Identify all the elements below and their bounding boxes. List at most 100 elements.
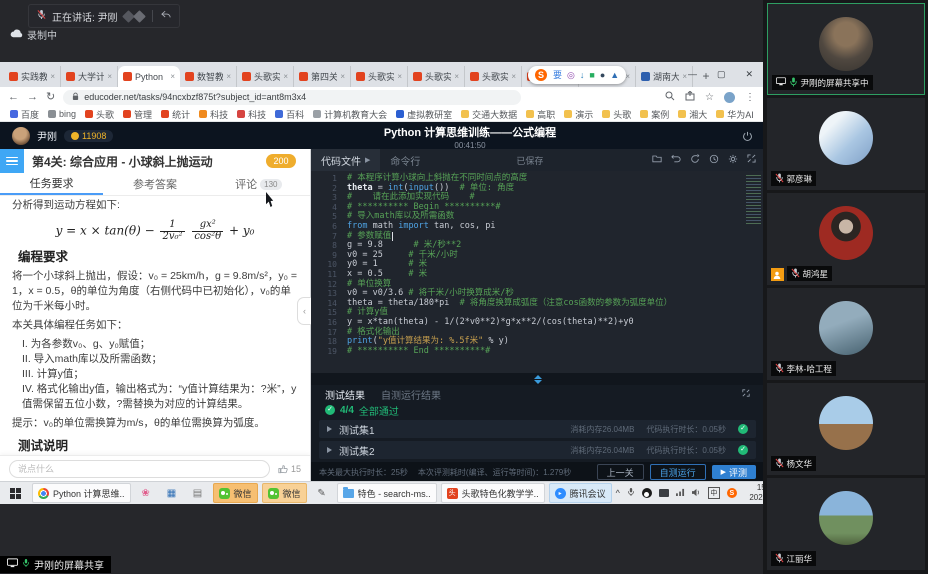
bookmark-item[interactable]: 头歌 [85,108,114,121]
taskbar-note-button[interactable]: ▤ [187,484,209,502]
browser-tab[interactable]: 第四关× [294,66,351,87]
search-icon[interactable] [665,91,675,104]
browser-tab[interactable]: 数智教育× [180,66,237,87]
tab-task-requirements[interactable]: 任务要求 [0,173,103,195]
bookmark-item[interactable]: 高职 [526,108,555,121]
tab-reference-answer[interactable]: 参考答案 [103,173,206,195]
browser-tab[interactable]: 头歌实践× [351,66,408,87]
browser-tab[interactable]: 实践教学× [4,66,61,87]
participant-tile[interactable]: 李林-哈工程 [767,288,925,380]
bookmark-item[interactable]: 头歌 [602,108,631,121]
expand-icon[interactable] [742,389,750,400]
tab-close-icon[interactable]: × [50,72,55,81]
tray-chevron-icon[interactable]: ^ [616,488,620,498]
tab-close-icon[interactable]: × [511,72,516,81]
taskbar-calc-button[interactable]: ▦ [161,484,183,502]
bookmark-star-icon[interactable]: ☆ [705,92,714,103]
power-icon[interactable] [742,129,753,147]
sogou-logo-icon[interactable]: S [535,69,547,81]
tab-close-icon[interactable]: × [170,72,175,81]
tab-close-icon[interactable]: × [226,72,231,81]
browser-tab[interactable]: 头歌实践× [408,66,465,87]
camera-tray-icon[interactable] [659,489,669,497]
qq-tray-icon[interactable] [642,488,652,498]
sogou-tool-icon[interactable]: ■ [589,71,594,80]
taskbar-meet-button[interactable]: ▸腾讯会议 [549,483,612,503]
tab-self-test-results[interactable]: 自测运行结果 [381,387,441,402]
participant-tile[interactable]: 江丽华 [767,478,925,570]
test-case-row[interactable]: 测试集1消耗内存26.04MB代码执行时长：0.05秒✓ [319,420,756,438]
bookmark-item[interactable]: 计算机教育大会 [313,108,387,121]
tab-test-results[interactable]: 测试结果 [325,387,365,402]
bookmark-item[interactable]: 华为AI [716,108,754,121]
fullscreen-icon[interactable] [747,154,756,166]
editor-minimap[interactable] [746,175,761,225]
tray-mic-icon[interactable] [627,487,635,499]
participant-tile[interactable]: 杨文华 [767,383,925,475]
bookmark-item[interactable]: 科技 [199,108,228,121]
participant-tile[interactable]: 尹刚的屏幕共享中 [767,3,925,95]
ime-indicator[interactable]: 中 [708,487,720,499]
bookmark-item[interactable]: 虚拟教研室 [396,108,452,121]
sogou-tray-icon[interactable]: S [727,488,737,498]
taskbar-folder-button[interactable]: 特色 - search-ms.. [337,483,437,503]
bookmark-item[interactable]: 交通大数据 [461,108,517,121]
user-avatar[interactable] [12,127,30,145]
tab-close-icon[interactable]: × [107,72,112,81]
tab-close-icon[interactable]: × [340,72,345,81]
bookmark-item[interactable]: 百科 [275,108,304,121]
bookmark-item[interactable]: 案例 [640,108,669,121]
participant-tile[interactable]: 胡鸿星 [767,193,925,285]
start-button[interactable] [2,482,28,504]
menu-dots-icon[interactable]: ⋮ [745,92,755,103]
bookmark-item[interactable]: 管理 [123,108,152,121]
profile-avatar[interactable] [724,92,735,103]
code-editor[interactable]: 1# 本程序计算小球向上斜抛在不同时间点的高度2theta = int(inpu… [311,171,764,373]
network-icon[interactable] [676,488,685,498]
maximize-icon[interactable]: ▢ [717,69,726,80]
previous-stage-button[interactable]: 上一关 [597,464,644,480]
sogou-tool-icon[interactable]: ◎ [567,71,575,80]
tab-code-file[interactable]: 代码文件▶ [311,149,380,171]
taskbar-wechat-button[interactable]: 微信 [213,483,258,503]
tab-close-icon[interactable]: × [283,72,288,81]
bookmark-item[interactable]: 统计 [161,108,190,121]
sogou-tool-icon[interactable]: 要 [553,71,562,80]
panel-splitter[interactable] [311,373,764,385]
tab-close-icon[interactable]: × [454,72,459,81]
taskbar-pen-button[interactable]: ✎ [311,484,333,502]
tab-close-icon[interactable]: × [625,72,630,81]
undo-icon[interactable] [671,154,681,166]
browser-tab[interactable]: 湖南大学× [636,66,693,87]
bookmark-item[interactable]: 科技 [237,108,266,121]
participant-tile[interactable]: 郭彦琳 [767,98,925,190]
tab-close-icon[interactable]: × [682,72,687,81]
back-arrow-icon[interactable] [161,10,171,22]
bookmark-item[interactable]: 演示 [564,108,593,121]
panel-collapse-handle[interactable]: ‹ [297,297,311,325]
test-case-row[interactable]: 测试集2消耗内存26.04MB代码执行时长：0.05秒✓ [319,441,756,459]
volume-icon[interactable] [692,488,701,499]
sogou-tool-icon[interactable]: ● [600,71,605,80]
close-icon[interactable]: ✕ [745,69,753,80]
refresh-icon[interactable]: ↻ [46,92,55,103]
bookmark-item[interactable]: 百度 [10,108,39,121]
url-bar[interactable]: educoder.net/tasks/94ncxbzf875t?subject_… [63,90,521,105]
bookmark-item[interactable]: bing [48,109,76,119]
tab-command-line[interactable]: 命令行 [380,153,430,168]
sogou-toolbar[interactable]: S 要◎↓■●▲ [528,66,626,84]
settings-gear-icon[interactable] [728,154,738,167]
browser-tab[interactable]: 头歌实践× [237,66,294,87]
tab-close-icon[interactable]: × [397,72,402,81]
history-icon[interactable] [709,154,719,167]
evaluate-button[interactable]: ▶ 评测 [712,465,756,479]
taskbar-wechat-button[interactable]: 微信 [262,483,307,503]
minimize-icon[interactable]: — [688,69,697,79]
share-icon[interactable] [685,91,695,104]
reset-icon[interactable] [690,154,700,167]
bookmark-item[interactable]: 湘大 [678,108,707,121]
like-button[interactable]: 15 [278,464,301,474]
browser-tab[interactable]: 大学计算× [61,66,118,87]
file-tree-icon[interactable] [652,154,662,166]
tab-comments[interactable]: 评论 130 [207,173,310,195]
